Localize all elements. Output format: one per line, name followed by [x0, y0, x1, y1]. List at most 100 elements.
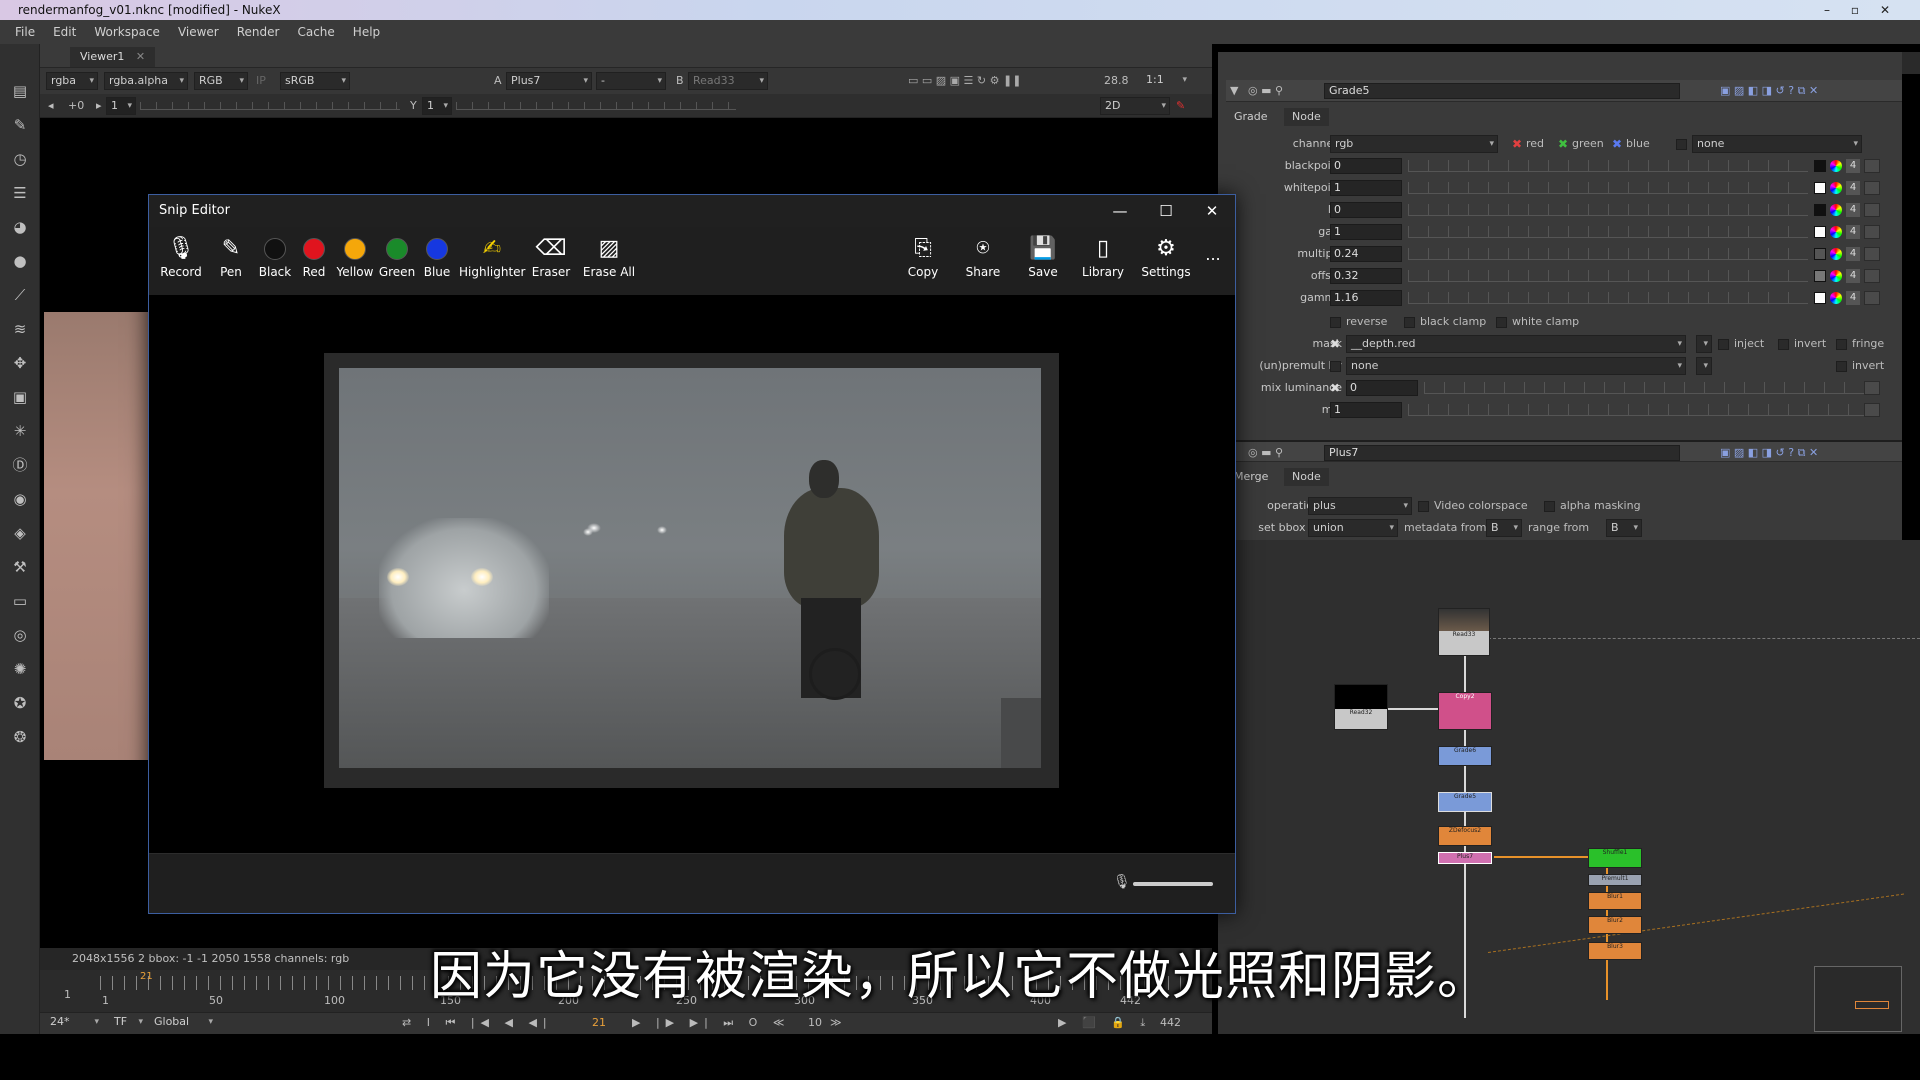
whitepoint-slider[interactable]: [1408, 182, 1808, 194]
node-color-icon[interactable]: ◎ ▬ ⚲: [1248, 82, 1283, 100]
lift-slider[interactable]: [1408, 204, 1808, 216]
reverse-checkbox[interactable]: [1330, 317, 1341, 328]
deep-icon[interactable]: Ⓓ: [9, 454, 31, 476]
mix-slider[interactable]: [1408, 404, 1864, 416]
record-button[interactable]: 🎙 Record: [157, 233, 205, 291]
color-wheel-icon[interactable]: [1830, 292, 1842, 304]
draw-icon[interactable]: ✎: [9, 114, 31, 136]
color-swatch[interactable]: [1814, 204, 1826, 216]
menu-render[interactable]: Render: [228, 25, 289, 39]
bbox-dropdown[interactable]: union: [1308, 519, 1398, 537]
fps-dropdown[interactable]: 24*: [46, 1014, 102, 1032]
snip-canvas[interactable]: [149, 295, 1235, 853]
minimize-button[interactable]: –: [1816, 0, 1838, 20]
node-blur1[interactable]: Blur1: [1588, 892, 1642, 910]
highlighter-button[interactable]: ✍ Highlighter: [459, 233, 526, 291]
view-icons[interactable]: ▭ ▭ ▨ ▣ ☰ ↻ ⚙ ❚❚: [908, 72, 1021, 90]
paint-icon[interactable]: ✎: [1176, 97, 1185, 115]
fringe-checkbox[interactable]: [1836, 339, 1847, 350]
menu-help[interactable]: Help: [344, 25, 389, 39]
metadata-icon[interactable]: ◈: [9, 522, 31, 544]
yellow-color-button[interactable]: Yellow: [333, 233, 377, 291]
color-wheel-icon[interactable]: [1830, 270, 1842, 282]
mix-luminance-check-icon[interactable]: ✖: [1330, 382, 1340, 394]
unpremult-checkbox[interactable]: [1330, 361, 1341, 372]
color-wheel-icon[interactable]: [1830, 248, 1842, 260]
toolsets-icon[interactable]: ⚒: [9, 556, 31, 578]
erase-all-button[interactable]: ▨ Erase All: [579, 233, 639, 291]
blend-dropdown[interactable]: -: [596, 72, 666, 90]
header-buttons[interactable]: ▣ ▨ ◧ ◨ ↺ ? ⧉ ✕: [1720, 82, 1818, 100]
node-grade5[interactable]: Grade5: [1438, 792, 1492, 812]
channel-split-button[interactable]: 4: [1846, 159, 1860, 173]
mask-equals-button[interactable]: [1696, 335, 1712, 353]
tab-grade[interactable]: Grade: [1226, 108, 1276, 126]
snip-maximize-button[interactable]: ☐: [1143, 195, 1189, 227]
gain-field[interactable]: 1: [1330, 224, 1402, 240]
gamma-slider[interactable]: [456, 102, 736, 110]
color-icon[interactable]: ◕: [9, 216, 31, 238]
inject-checkbox[interactable]: [1718, 339, 1729, 350]
channel-split-button[interactable]: 4: [1846, 291, 1860, 305]
menu-workspace[interactable]: Workspace: [85, 25, 169, 39]
red-check-icon[interactable]: ✖: [1512, 138, 1522, 150]
gamma-param-slider[interactable]: [1408, 292, 1808, 304]
views-icon[interactable]: ◉: [9, 488, 31, 510]
mix-field[interactable]: 1: [1330, 402, 1402, 418]
range-dropdown[interactable]: B: [1606, 519, 1642, 537]
transport-forward[interactable]: ▶ |▶ ▶| ⏭ O ≪: [632, 1014, 790, 1032]
gain-slider[interactable]: [140, 102, 400, 110]
channel-split-button[interactable]: 4: [1846, 269, 1860, 283]
curve-icon[interactable]: [1864, 269, 1880, 283]
node-shuffle1[interactable]: Shuffle1: [1588, 848, 1642, 868]
color-swatch[interactable]: [1814, 248, 1826, 260]
node-graph-minimap[interactable]: [1814, 966, 1902, 1032]
playback-options[interactable]: ▶ ⬛ 🔒 ⤓: [1058, 1014, 1151, 1032]
blue-check-icon[interactable]: ✖: [1612, 138, 1622, 150]
input-b-dropdown[interactable]: Read33: [688, 72, 768, 90]
alpha-checkbox[interactable]: [1676, 139, 1687, 150]
lift-field[interactable]: 0: [1330, 202, 1402, 218]
node-color-icon[interactable]: ◎ ▬ ⚲: [1248, 444, 1283, 462]
tab-close-icon[interactable]: ✕: [136, 50, 145, 63]
transport-controls[interactable]: ⇄ I ⏮ |◀ ◀ ◀|: [402, 1014, 553, 1032]
alpha-dropdown[interactable]: rgba.alpha: [104, 72, 188, 90]
blackpoint-field[interactable]: 0: [1330, 158, 1402, 174]
gamma-param-field[interactable]: 1.16: [1330, 290, 1402, 306]
menu-edit[interactable]: Edit: [44, 25, 85, 39]
color-swatch[interactable]: [1814, 226, 1826, 238]
eraser-button[interactable]: ⌫ Eraser: [529, 233, 573, 291]
other-icon[interactable]: ▭: [9, 590, 31, 612]
operation-dropdown[interactable]: plus: [1308, 497, 1412, 515]
menu-cache[interactable]: Cache: [288, 25, 343, 39]
curve-icon[interactable]: [1864, 181, 1880, 195]
gamma-field[interactable]: 1: [422, 97, 452, 115]
maximize-button[interactable]: ▫: [1844, 0, 1866, 20]
curve-icon[interactable]: [1864, 291, 1880, 305]
ip-button[interactable]: IP: [256, 72, 266, 90]
channel-split-button[interactable]: 4: [1846, 247, 1860, 261]
curve-icon[interactable]: [1864, 381, 1880, 395]
curve-icon[interactable]: [1864, 225, 1880, 239]
offset-field[interactable]: 0.32: [1330, 268, 1402, 284]
header-buttons[interactable]: ▣ ▨ ◧ ◨ ↺ ? ⧉ ✕: [1720, 444, 1818, 462]
multiply-field[interactable]: 0.24: [1330, 246, 1402, 262]
global-dropdown[interactable]: Global: [150, 1014, 216, 1032]
gain-arrow-icon[interactable]: ◂: [48, 97, 54, 115]
channels-dropdown[interactable]: rgba: [46, 72, 98, 90]
blackpoint-slider[interactable]: [1408, 160, 1808, 172]
mix-luminance-slider[interactable]: [1424, 382, 1864, 394]
save-button[interactable]: 💾 Save: [1025, 233, 1061, 291]
channel-split-button[interactable]: 4: [1846, 203, 1860, 217]
end-frame[interactable]: 442: [1160, 1014, 1181, 1032]
rgb-dropdown[interactable]: RGB: [194, 72, 248, 90]
library-button[interactable]: ▯ Library: [1079, 233, 1127, 291]
snip-minimize-button[interactable]: —: [1097, 195, 1143, 227]
time-icon[interactable]: ◷: [9, 148, 31, 170]
unpremult-invert-checkbox[interactable]: [1836, 361, 1847, 372]
node-copy2[interactable]: Copy2: [1438, 692, 1492, 730]
color-swatch[interactable]: [1814, 160, 1826, 172]
transform-icon[interactable]: ✥: [9, 352, 31, 374]
furnace-icon[interactable]: ◎: [9, 624, 31, 646]
color-wheel-icon[interactable]: [1830, 226, 1842, 238]
